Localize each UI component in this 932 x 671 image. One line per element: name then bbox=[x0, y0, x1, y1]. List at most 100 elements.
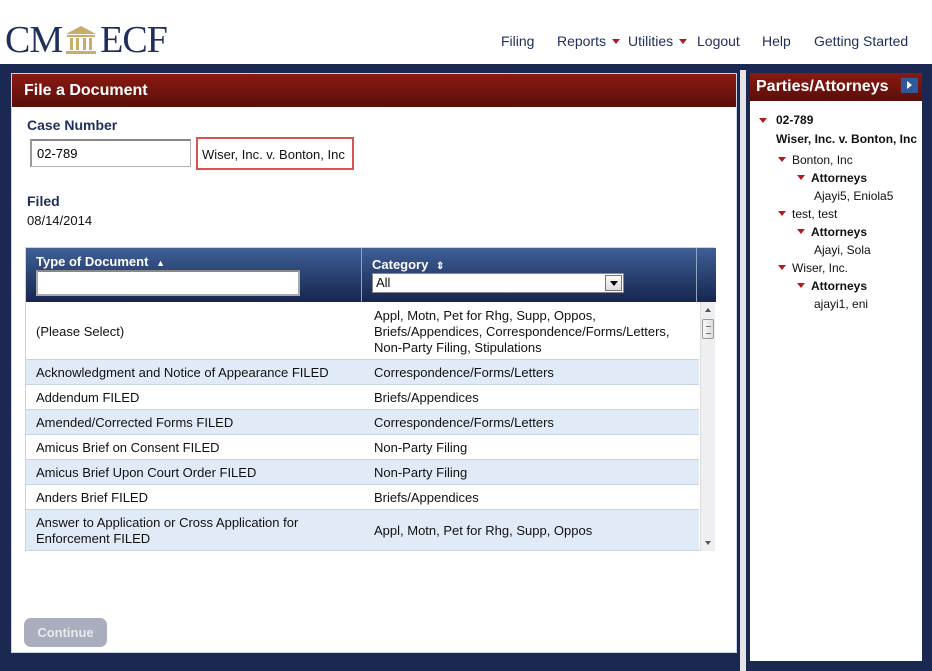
party-name: Wiser, Inc. bbox=[792, 261, 849, 275]
row-category: Correspondence/Forms/Letters bbox=[374, 365, 554, 380]
type-of-document-label: Type of Document bbox=[36, 254, 149, 269]
dropdown-arrow-icon[interactable] bbox=[605, 275, 622, 291]
table-row[interactable]: (Please Select) Appl, Motn, Pet for Rhg,… bbox=[26, 302, 699, 360]
tree-attorneys-wiser[interactable]: Attorneys bbox=[797, 279, 867, 293]
row-category-line: Briefs/Appendices, Correspondence/Forms/… bbox=[374, 324, 670, 339]
collapse-panel-icon[interactable] bbox=[901, 78, 918, 93]
table-row[interactable]: Acknowledgment and Notice of Appearance … bbox=[26, 360, 699, 385]
table-row[interactable]: Anders Brief FILED Briefs/Appendices bbox=[26, 485, 699, 510]
row-category: Correspondence/Forms/Letters bbox=[374, 415, 554, 430]
sort-toggle-icon: ⇕ bbox=[435, 261, 445, 272]
row-type: Anders Brief FILED bbox=[36, 490, 148, 505]
nav-help-label: Help bbox=[762, 33, 791, 49]
tree-attorney-name: Ajayi5, Eniola5 bbox=[814, 189, 894, 203]
case-number-label: Case Number bbox=[27, 117, 118, 133]
row-type: (Please Select) bbox=[36, 324, 125, 339]
scroll-down-icon[interactable] bbox=[705, 541, 711, 545]
row-category: Briefs/Appendices bbox=[374, 490, 479, 505]
tree-party-test[interactable]: test, test bbox=[778, 207, 837, 221]
table-row[interactable]: Amicus Brief on Consent FILED Non-Party … bbox=[26, 435, 699, 460]
type-filter-input[interactable] bbox=[36, 270, 300, 296]
nav-utilities-label: Utilities bbox=[628, 33, 674, 49]
tree-attorneys-test[interactable]: Attorneys bbox=[797, 225, 867, 239]
filed-date: 08/14/2014 bbox=[27, 213, 93, 228]
caret-down-icon bbox=[612, 38, 621, 44]
row-category: Appl, Motn, Pet for Rhg, Supp, Oppos bbox=[374, 523, 593, 538]
case-name-display: Wiser, Inc. v. Bonton, Inc bbox=[196, 137, 354, 170]
expand-triangle-icon bbox=[797, 229, 805, 234]
case-number-input[interactable] bbox=[30, 139, 191, 167]
column-type-of-document: Type of Document ▲ bbox=[26, 248, 362, 302]
category-label: Category bbox=[372, 257, 429, 272]
expand-triangle-icon bbox=[797, 175, 805, 180]
nav-getting-started-label: Getting Started bbox=[814, 33, 909, 49]
row-category: Non-Party Filing bbox=[374, 465, 468, 480]
row-category: Appl, Motn, Pet for Rhg, Supp, Oppos, Br… bbox=[374, 308, 670, 356]
filed-label: Filed bbox=[27, 193, 60, 209]
table-row[interactable]: Amended/Corrected Forms FILED Correspond… bbox=[26, 410, 699, 435]
expand-triangle-icon bbox=[778, 211, 786, 216]
category-header[interactable]: Category ⇕ bbox=[372, 257, 444, 272]
table-row[interactable]: Amicus Brief Upon Court Order FILED Non-… bbox=[26, 460, 699, 485]
panel-splitter[interactable] bbox=[740, 70, 746, 671]
sidebar-header: Parties/Attorneys bbox=[750, 73, 922, 101]
tree-case-number: 02-789 bbox=[776, 113, 814, 127]
caret-down-icon bbox=[679, 38, 688, 44]
document-type-grid: Type of Document ▲ Category ⇕ All (Pleas… bbox=[25, 247, 716, 551]
row-category: Briefs/Appendices bbox=[374, 390, 479, 405]
grid-body: (Please Select) Appl, Motn, Pet for Rhg,… bbox=[26, 302, 699, 551]
tree-attorney-name: Ajayi, Sola bbox=[814, 243, 871, 257]
nav-filing-label: Filing bbox=[501, 33, 535, 49]
row-type: Amicus Brief Upon Court Order FILED bbox=[36, 465, 257, 480]
category-select[interactable]: All bbox=[372, 273, 624, 293]
sort-ascending-icon: ▲ bbox=[156, 258, 165, 268]
attorneys-label: Attorneys bbox=[811, 279, 868, 293]
expand-triangle-icon bbox=[778, 157, 786, 162]
sidebar-title: Parties/Attorneys bbox=[756, 78, 889, 95]
attorneys-label: Attorneys bbox=[811, 225, 868, 239]
nav-filing[interactable]: Filing bbox=[501, 33, 534, 49]
main-nav: Filing Reports Utilities Logout Help Get… bbox=[0, 33, 932, 53]
expand-triangle-icon bbox=[778, 265, 786, 270]
table-row[interactable]: Answer to Application or Cross Applicati… bbox=[26, 510, 699, 551]
row-type: Amended/Corrected Forms FILED bbox=[36, 415, 234, 430]
nav-reports[interactable]: Reports bbox=[557, 33, 621, 49]
nav-logout-label: Logout bbox=[697, 33, 740, 49]
panel-title: File a Document bbox=[12, 74, 736, 107]
type-of-document-header[interactable]: Type of Document ▲ bbox=[36, 254, 165, 269]
nav-logout[interactable]: Logout bbox=[697, 33, 740, 49]
tree-attorneys-bonton[interactable]: Attorneys bbox=[797, 171, 867, 185]
scroll-thumb[interactable] bbox=[702, 319, 714, 339]
category-selected-value: All bbox=[376, 275, 391, 290]
row-type: Addendum FILED bbox=[36, 390, 140, 405]
row-type: Answer to Application or Cross Applicati… bbox=[36, 515, 298, 547]
row-category-line: Appl, Motn, Pet for Rhg, Supp, Oppos, bbox=[374, 308, 596, 323]
attorneys-label: Attorneys bbox=[811, 171, 868, 185]
party-name: test, test bbox=[792, 207, 838, 221]
table-row[interactable]: Addendum FILED Briefs/Appendices bbox=[26, 385, 699, 410]
row-category-line: Non-Party Filing, Stipulations bbox=[374, 340, 542, 355]
grid-scrollbar[interactable] bbox=[700, 302, 715, 551]
nav-help[interactable]: Help bbox=[762, 33, 791, 49]
row-category: Non-Party Filing bbox=[374, 440, 468, 455]
grid-header: Type of Document ▲ Category ⇕ All bbox=[26, 248, 716, 302]
row-type: Amicus Brief on Consent FILED bbox=[36, 440, 220, 455]
top-bar: CM ECF Filing Reports Utilities Logout H… bbox=[0, 0, 932, 64]
party-name: Bonton, Inc bbox=[792, 153, 853, 167]
expand-triangle-icon bbox=[797, 283, 805, 288]
scroll-up-icon[interactable] bbox=[705, 308, 711, 312]
nav-utilities[interactable]: Utilities bbox=[628, 33, 688, 49]
continue-button[interactable]: Continue bbox=[24, 618, 107, 647]
tree-party-wiser[interactable]: Wiser, Inc. bbox=[778, 261, 848, 275]
tree-case-name: Wiser, Inc. v. Bonton, Inc bbox=[776, 132, 918, 146]
nav-getting-started[interactable]: Getting Started bbox=[814, 33, 908, 49]
case-tree-toggle[interactable] bbox=[759, 112, 767, 126]
nav-reports-label: Reports bbox=[557, 33, 607, 49]
row-type-line: Enforcement FILED bbox=[36, 531, 151, 546]
row-type: Acknowledgment and Notice of Appearance … bbox=[36, 365, 329, 380]
tree-party-bonton[interactable]: Bonton, Inc bbox=[778, 153, 853, 167]
expand-triangle-icon bbox=[759, 118, 767, 123]
tree-attorney-name: ajayi1, eni bbox=[814, 297, 869, 311]
row-type-line: Answer to Application or Cross Applicati… bbox=[36, 515, 299, 530]
column-category: Category ⇕ All bbox=[362, 248, 697, 302]
